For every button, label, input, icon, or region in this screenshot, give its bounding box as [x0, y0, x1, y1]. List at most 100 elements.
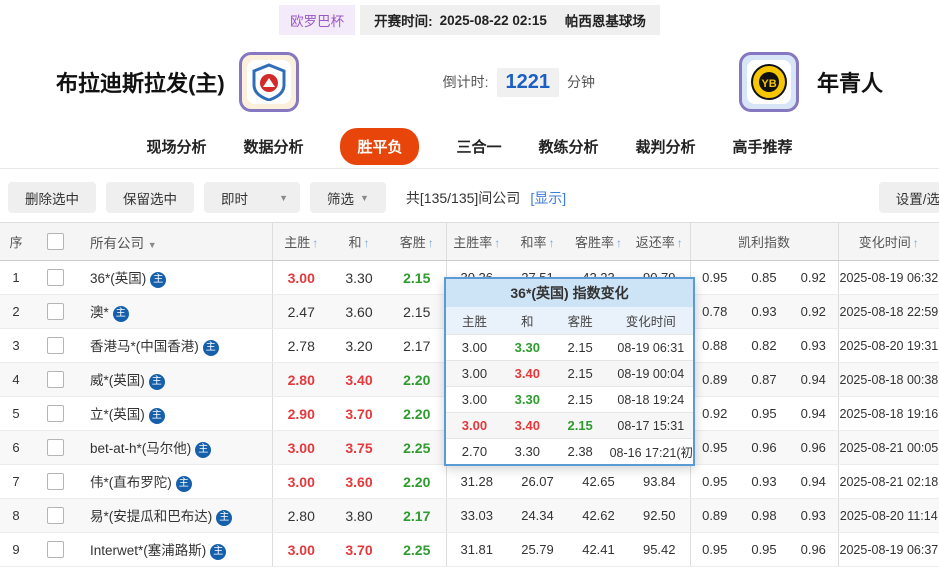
home-badge-icon: 主 [175, 475, 192, 492]
popup-col-away: 客胜 [551, 307, 609, 335]
caret-down-icon: ▼ [360, 192, 369, 203]
popup-row: 3.00 3.30 2.15 08-19 06:31 [446, 334, 693, 361]
popup-change-time: 08-18 19:24 [608, 386, 693, 413]
row-checkbox[interactable] [46, 337, 64, 354]
col-change-time[interactable]: 变化时间 ↑ [838, 222, 939, 261]
company-cell[interactable]: 立*(英国) 主 [78, 396, 273, 431]
company-cell[interactable]: 36*(英国) 主 [78, 260, 273, 295]
home-badge-icon: 主 [210, 543, 227, 560]
kelly-draw-cell: 0.93 [739, 464, 789, 499]
sort-up-icon: ↑ [312, 236, 319, 250]
sort-up-icon: ↑ [912, 236, 919, 250]
col-home-rate[interactable]: 主胜率 ↑ [446, 222, 507, 261]
kelly-away-cell: 0.93 [789, 328, 839, 363]
kelly-away-cell: 0.93 [789, 498, 839, 533]
select-all-checkbox[interactable] [46, 233, 64, 250]
col-away-odds[interactable]: 客胜 ↑ [388, 222, 447, 261]
kelly-away-cell: 0.96 [789, 430, 839, 465]
return-rate-cell: 92.50 [629, 498, 691, 533]
kelly-draw-cell: 0.82 [739, 328, 789, 363]
company-name: 伟*(直布罗陀) [90, 475, 172, 491]
kelly-home-cell: 0.88 [690, 328, 739, 363]
home-odds-cell: 2.47 [272, 294, 330, 329]
row-checkbox[interactable] [46, 541, 64, 558]
draw-odds-cell: 3.40 [330, 362, 388, 397]
company-cell[interactable]: 香港马*(中国香港) 主 [78, 328, 273, 363]
nav-tab-4[interactable]: 三合一 [456, 136, 501, 157]
table-header-row: 序 所有公司 ▼ 主胜 ↑ 和 ↑ 客胜 ↑ 主胜率 ↑ 和率 ↑ 客胜率 ↑ 返还率 ↑ 凯… [0, 222, 939, 261]
row-checkbox[interactable] [46, 439, 64, 456]
row-number: 9 [0, 532, 32, 567]
popup-change-time: 08-17 15:31 [608, 412, 693, 439]
company-cell[interactable]: 易*(安提瓜和巴布达) 主 [78, 498, 273, 533]
kickoff-time: 2025-08-22 02:15 [439, 12, 547, 28]
kelly-away-cell: 0.92 [789, 294, 839, 329]
company-cell[interactable]: 伟*(直布罗陀) 主 [78, 464, 273, 499]
kelly-away-cell: 0.94 [789, 396, 839, 431]
sort-up-icon: ↑ [427, 236, 434, 250]
table-row: 7 伟*(直布罗陀) 主 3.00 3.60 2.20 31.28 26.07 42.65 93.… [0, 464, 939, 499]
col-company[interactable]: 所有公司 ▼ [78, 222, 273, 261]
sort-up-icon: ↑ [548, 236, 555, 250]
col-seq: 序 [0, 222, 32, 261]
kelly-draw-cell: 0.95 [739, 396, 789, 431]
col-draw-rate-label: 和率 [520, 235, 547, 250]
row-select [32, 328, 78, 363]
company-cell[interactable]: 澳* 主 [78, 294, 273, 329]
row-checkbox[interactable] [46, 473, 64, 490]
col-home-odds[interactable]: 主胜 ↑ [272, 222, 330, 261]
nav-tab-5[interactable]: 教练分析 [539, 136, 599, 157]
row-checkbox[interactable] [46, 507, 64, 524]
kelly-away-cell: 0.94 [789, 362, 839, 397]
col-away-rate[interactable]: 客胜率 ↑ [568, 222, 629, 261]
nav-tab-2[interactable]: 数据分析 [243, 136, 303, 157]
draw-rate-cell: 25.79 [507, 532, 568, 567]
home-odds-cell: 3.00 [272, 464, 330, 499]
nav-tab-1[interactable]: 现场分析 [146, 136, 206, 157]
delete-selected-button[interactable]: 删除选中 [8, 182, 96, 213]
nav-tab-6[interactable]: 裁判分析 [636, 136, 696, 157]
popup-row: 3.00 3.40 2.15 08-17 15:31 [446, 412, 693, 439]
col-return-rate[interactable]: 返还率 ↑ [629, 222, 691, 261]
company-cell[interactable]: bet-at-h*(马尔他) 主 [78, 430, 273, 465]
settings-button[interactable]: 设置/选 [878, 182, 939, 213]
away-odds-cell: 2.17 [388, 328, 447, 363]
row-number: 7 [0, 464, 32, 499]
home-rate-cell: 33.03 [446, 498, 507, 533]
kelly-home-cell: 0.92 [690, 396, 739, 431]
popup-row: 3.00 3.30 2.15 08-18 19:24 [446, 386, 693, 413]
change-time-cell: 2025-08-19 06:37 [838, 532, 939, 567]
caret-down-icon: ▼ [147, 239, 157, 250]
col-draw-odds[interactable]: 和 ↑ [330, 222, 388, 261]
draw-rate-cell: 24.34 [507, 498, 568, 533]
show-link[interactable]: [显示] [530, 188, 566, 208]
row-checkbox[interactable] [46, 371, 64, 388]
company-cell[interactable]: 威*(英国) 主 [78, 362, 273, 397]
countdown-value: 1221 [496, 67, 560, 97]
col-draw-rate[interactable]: 和率 ↑ [507, 222, 568, 261]
popup-row: 3.00 3.40 2.15 08-19 00:04 [446, 360, 693, 387]
popup-away-odds: 2.15 [551, 360, 609, 387]
row-checkbox[interactable] [46, 405, 64, 422]
filter-dropdown[interactable]: 筛选 ▼ [310, 182, 386, 213]
live-dropdown[interactable]: 即时 ▼ [204, 182, 300, 213]
kelly-draw-cell: 0.85 [739, 260, 789, 295]
company-cell[interactable]: Interwet*(塞浦路斯) 主 [78, 532, 273, 567]
keep-selected-button[interactable]: 保留选中 [106, 182, 194, 213]
home-odds-cell: 2.78 [272, 328, 330, 363]
row-checkbox[interactable] [46, 269, 64, 286]
popup-col-draw: 和 [502, 307, 552, 335]
row-number: 2 [0, 294, 32, 329]
row-checkbox[interactable] [46, 303, 64, 320]
nav-tab-3[interactable]: 胜平负 [340, 127, 420, 165]
col-home-rate-label: 主胜率 [453, 235, 493, 250]
caret-down-icon: ▼ [279, 192, 288, 203]
popup-away-odds: 2.15 [551, 412, 609, 439]
popup-draw-odds: 3.40 [502, 412, 552, 439]
sort-up-icon: ↑ [363, 236, 370, 250]
popup-title: 36*(英国) 指数变化 [446, 279, 693, 307]
team-header: 布拉迪斯拉发(主) 倒计时: 1221 分钟 YB 年青人 [0, 40, 939, 124]
nav-tab-7[interactable]: 高手推荐 [733, 136, 793, 157]
kelly-draw-cell: 0.98 [739, 498, 789, 533]
draw-odds-cell: 3.60 [330, 294, 388, 329]
